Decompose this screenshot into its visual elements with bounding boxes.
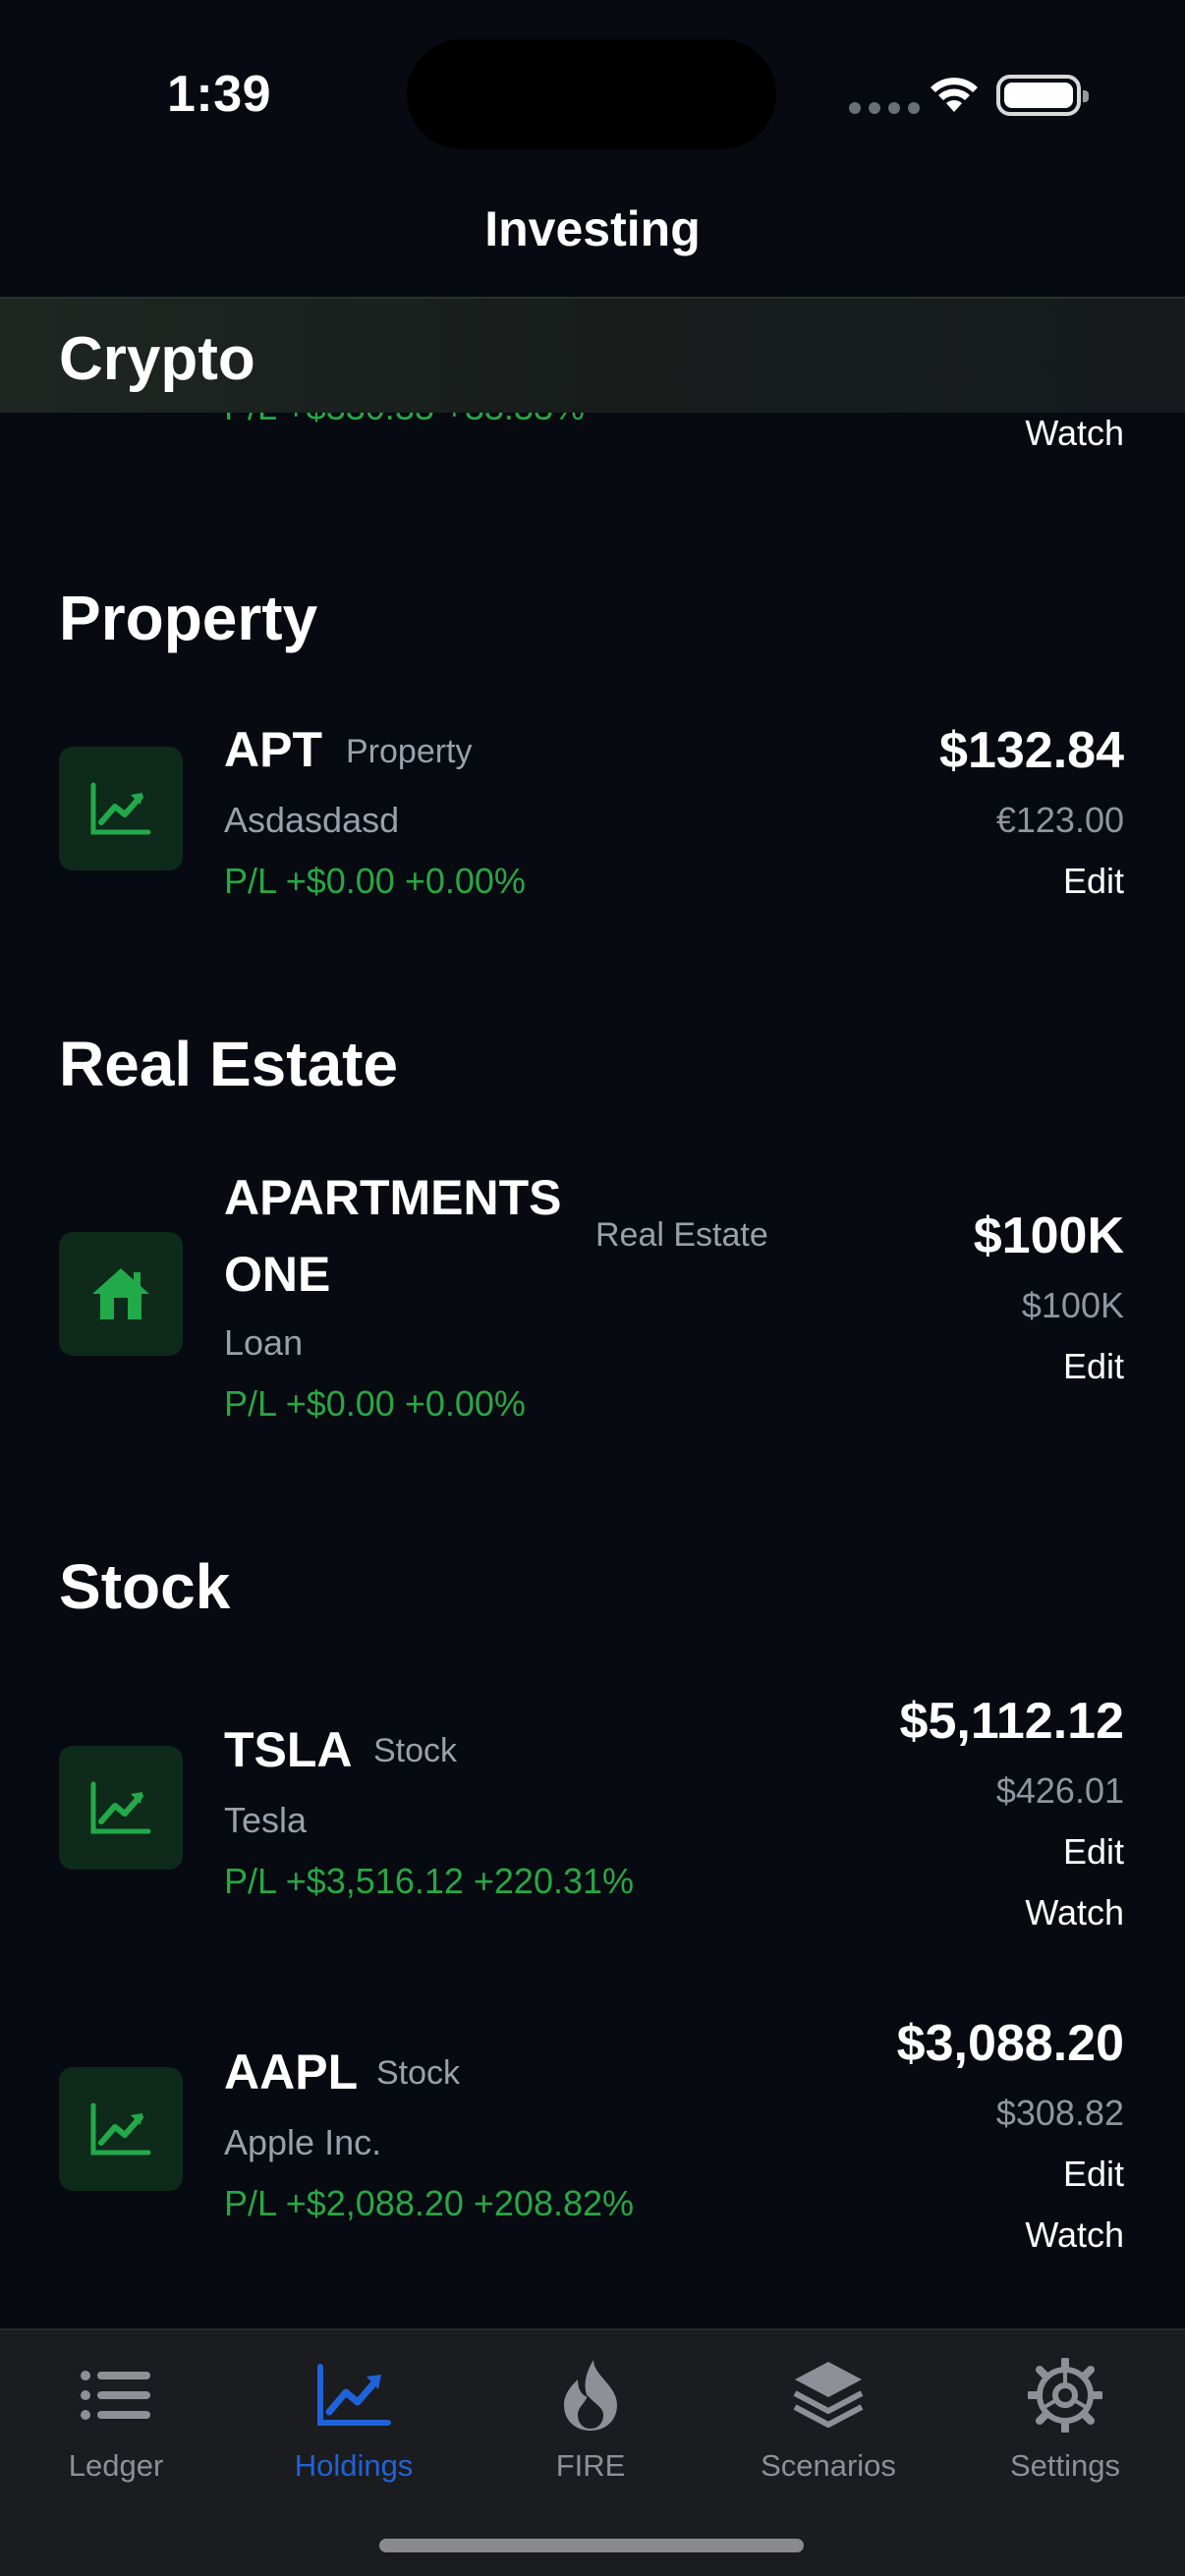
holding-symbol: TSLA <box>224 1722 353 1777</box>
list-icon <box>0 2350 234 2440</box>
holding-value: $100K <box>973 1207 1124 1264</box>
tab-settings[interactable]: Settings <box>947 2350 1183 2484</box>
crypto-watch-button[interactable]: Watch <box>1025 413 1124 454</box>
holding-value: $132.84 <box>939 722 1124 779</box>
edit-button[interactable]: Edit <box>1063 1831 1124 1873</box>
section-title-real-estate: Real Estate <box>59 1029 399 1099</box>
holding-name: Loan <box>224 1322 304 1363</box>
holding-symbol: APT <box>224 722 322 777</box>
edit-button[interactable]: Edit <box>1063 2154 1124 2195</box>
holding-type: Real Estate <box>595 1216 768 1254</box>
edit-button[interactable]: Edit <box>1063 861 1124 902</box>
dynamic-island <box>407 39 776 149</box>
holding-unit-price: €123.00 <box>995 800 1124 840</box>
holding-value: $5,112.12 <box>899 1693 1124 1750</box>
holding-unit-price: $100K <box>1021 1285 1124 1325</box>
screen: 1:39 Investing P/L +$330.33 +33.33% Watc… <box>0 0 1185 2576</box>
holding-symbol-line2: ONE <box>224 1247 331 1302</box>
chart-line-uptrend-icon <box>59 2067 183 2191</box>
watch-button[interactable]: Watch <box>1025 2214 1124 2256</box>
flame-icon <box>473 2350 708 2440</box>
holding-name: Apple Inc. <box>224 2122 382 2162</box>
wifi-icon <box>931 78 978 112</box>
tab-label: Scenarios <box>761 2448 896 2483</box>
holding-unit-price: $426.01 <box>995 1770 1124 1811</box>
chart-line-uptrend-icon <box>59 747 183 870</box>
holding-type: Property <box>346 733 473 770</box>
tab-ledger[interactable]: Ledger <box>0 2350 234 2484</box>
holding-unit-price: $308.82 <box>995 2093 1124 2133</box>
battery-icon <box>996 75 1089 116</box>
tab-scenarios[interactable]: Scenarios <box>710 2350 946 2484</box>
section-title-property: Property <box>59 583 318 653</box>
tab-holdings[interactable]: Holdings <box>236 2350 472 2484</box>
holding-pl: P/L +$3,516.12 +220.31% <box>224 1861 635 1901</box>
holding-symbol: AAPL <box>224 2044 359 2100</box>
tab-fire[interactable]: FIRE <box>473 2350 708 2484</box>
holding-name: Asdasdasd <box>224 800 400 840</box>
watch-button[interactable]: Watch <box>1025 1892 1124 1933</box>
chart-line-uptrend-icon <box>59 1746 183 1870</box>
home-indicator <box>379 2539 804 2552</box>
stack-icon <box>710 2350 946 2440</box>
page-title: Investing <box>484 201 701 256</box>
holding-type: Stock <box>373 1732 458 1769</box>
tab-label: Settings <box>1009 2448 1120 2483</box>
tab-label: FIRE <box>555 2448 626 2483</box>
holding-pl: P/L +$0.00 +0.00% <box>224 1383 526 1424</box>
gear-icon <box>947 2350 1183 2440</box>
status-time: 1:39 <box>167 66 272 123</box>
sticky-section-header: Crypto <box>0 297 1185 413</box>
holding-symbol-line1: APARTMENTS <box>224 1170 562 1225</box>
section-title-stock: Stock <box>59 1551 231 1622</box>
holding-value: $3,088.20 <box>896 2015 1124 2072</box>
tab-label: Holdings <box>294 2448 414 2483</box>
section-title-crypto: Crypto <box>59 325 255 393</box>
holding-name: Tesla <box>224 1800 308 1840</box>
edit-button[interactable]: Edit <box>1063 1346 1124 1387</box>
holding-type: Stock <box>376 2054 461 2092</box>
tab-label: Ledger <box>68 2448 164 2483</box>
cellular-signal-icon <box>849 102 920 114</box>
holding-pl: P/L +$2,088.20 +208.82% <box>224 2183 635 2223</box>
holding-pl: P/L +$0.00 +0.00% <box>224 861 526 901</box>
house-icon <box>59 1232 183 1356</box>
chart-line-uptrend-icon <box>236 2350 472 2440</box>
